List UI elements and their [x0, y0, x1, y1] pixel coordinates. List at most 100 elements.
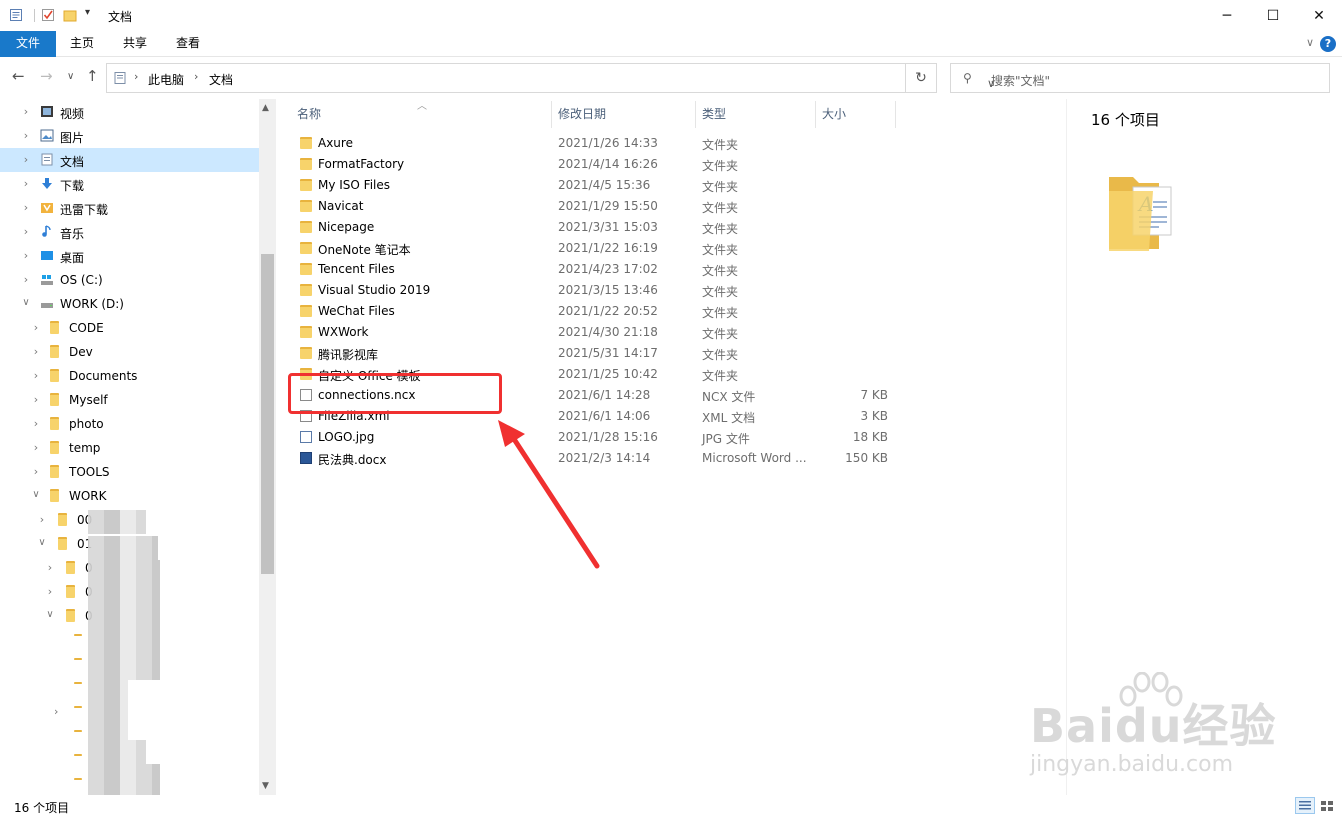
file-row[interactable]: Nicepage 2021/3/31 15:03 文件夹 [294, 217, 894, 238]
folder-icon [50, 417, 59, 430]
file-row[interactable]: WeChat Files 2021/1/22 20:52 文件夹 [294, 301, 894, 322]
nav-item-drive-c[interactable]: › OS (C:) [0, 268, 259, 292]
expand-chevron-icon[interactable]: › [21, 273, 31, 286]
expand-chevron-icon[interactable]: › [21, 225, 31, 238]
nav-item-pictures[interactable]: › 图片 [0, 124, 259, 148]
nav-item-music[interactable]: › 音乐 [0, 220, 259, 244]
column-header-name[interactable]: 名称 [297, 105, 321, 122]
address-bar[interactable]: › 此电脑 › 文档 ∨ [106, 63, 995, 93]
expand-chevron-icon[interactable]: › [45, 561, 55, 574]
file-row[interactable]: 民法典.docx 2021/2/3 14:14 Microsoft Word ...… [294, 448, 894, 469]
expand-chevron-icon[interactable]: › [21, 177, 31, 190]
help-button[interactable]: ? [1320, 36, 1336, 52]
maximize-button[interactable]: ☐ [1250, 0, 1296, 31]
breadcrumb-documents[interactable]: 文档 [209, 71, 233, 88]
nav-item-folder-myself[interactable]: › Myself [0, 388, 259, 412]
nav-item-videos[interactable]: › 视频 [0, 100, 259, 124]
file-name: OneNote 笔记本 [318, 243, 411, 257]
file-row[interactable]: 腾讯影视库 2021/5/31 14:17 文件夹 [294, 343, 894, 364]
check-icon[interactable] [41, 8, 55, 22]
drive-icon [41, 303, 53, 308]
large-icons-view-button[interactable] [1317, 797, 1337, 814]
search-box[interactable]: ⚲ 搜索"文档" [950, 63, 1330, 93]
expand-chevron-icon[interactable]: › [31, 321, 41, 334]
expand-chevron-icon[interactable]: › [21, 153, 31, 166]
column-divider[interactable] [895, 101, 896, 128]
expand-chevron-icon[interactable]: › [31, 393, 41, 406]
details-view-button[interactable] [1295, 797, 1315, 814]
expand-chevron-icon[interactable]: › [31, 465, 41, 478]
collapse-chevron-icon[interactable]: ∨ [21, 297, 31, 308]
quick-access-dropdown-icon[interactable]: ▾ [85, 7, 99, 21]
file-size: 3 KB [860, 409, 888, 423]
scroll-down-icon[interactable]: ▼ [262, 781, 269, 791]
nav-item-thunder-downloads[interactable]: › 迅雷下载 [0, 196, 259, 220]
nav-pane-scrollbar[interactable]: ▲ ▼ [259, 99, 276, 795]
folder-icon [74, 658, 82, 660]
file-date: 2021/1/25 10:42 [558, 367, 658, 381]
tab-home[interactable]: 主页 [58, 31, 106, 57]
file-row[interactable]: FormatFactory 2021/4/14 16:26 文件夹 [294, 154, 894, 175]
nav-item-folder-temp[interactable]: › temp [0, 436, 259, 460]
nav-item-folder-work[interactable]: ∨ WORK [0, 484, 259, 508]
file-row[interactable]: Navicat 2021/1/29 15:50 文件夹 [294, 196, 894, 217]
file-row[interactable]: Visual Studio 2019 2021/3/15 13:46 文件夹 [294, 280, 894, 301]
forward-button[interactable]: → [40, 67, 53, 85]
refresh-button[interactable]: ↻ [906, 63, 937, 93]
up-button[interactable]: ↑ [86, 67, 99, 85]
details-view-icon [1299, 801, 1311, 810]
column-header-size[interactable]: 大小 [822, 105, 846, 122]
collapse-chevron-icon[interactable]: ∨ [45, 609, 55, 620]
column-divider[interactable] [815, 101, 816, 128]
expand-chevron-icon[interactable]: › [21, 249, 31, 262]
tab-view[interactable]: 查看 [164, 31, 212, 57]
column-header-date[interactable]: 修改日期 [558, 105, 606, 122]
nav-item-downloads[interactable]: › 下载 [0, 172, 259, 196]
file-row[interactable]: LOGO.jpg 2021/1/28 15:16 JPG 文件 18 KB [294, 427, 894, 448]
back-button[interactable]: ← [12, 67, 25, 85]
file-type: 文件夹 [702, 243, 739, 257]
collapse-chevron-icon[interactable]: ∨ [37, 537, 47, 548]
scroll-up-icon[interactable]: ▲ [262, 103, 269, 113]
tab-file[interactable]: 文件 [0, 31, 56, 57]
folder-icon [300, 221, 312, 233]
tab-share[interactable]: 共享 [111, 31, 159, 57]
file-row[interactable]: OneNote 笔记本 2021/1/22 16:19 文件夹 [294, 238, 894, 259]
expand-chevron-icon[interactable]: › [45, 585, 55, 598]
file-row[interactable]: My ISO Files 2021/4/5 15:36 文件夹 [294, 175, 894, 196]
expand-ribbon-icon[interactable]: ∨ [1306, 36, 1314, 49]
new-folder-icon[interactable] [63, 8, 77, 22]
column-divider[interactable] [695, 101, 696, 128]
expand-chevron-icon[interactable]: › [31, 441, 41, 454]
expand-chevron-icon[interactable]: › [31, 417, 41, 430]
nav-item-folder-code[interactable]: › CODE [0, 316, 259, 340]
search-input[interactable]: 搜索"文档" [991, 72, 1050, 89]
file-row[interactable]: WXWork 2021/4/30 21:18 文件夹 [294, 322, 894, 343]
recent-locations-icon[interactable]: ∨ [67, 71, 74, 82]
expand-chevron-icon[interactable]: › [37, 513, 47, 526]
column-divider[interactable] [551, 101, 552, 128]
scrollbar-thumb[interactable] [261, 254, 274, 574]
nav-item-drive-d[interactable]: ∨ WORK (D:) [0, 292, 259, 316]
expand-chevron-icon[interactable]: › [54, 705, 58, 718]
minimize-button[interactable]: ─ [1204, 0, 1250, 31]
expand-chevron-icon[interactable]: › [21, 201, 31, 214]
properties-icon[interactable] [9, 8, 23, 22]
expand-chevron-icon[interactable]: › [21, 129, 31, 142]
file-row[interactable]: Tencent Files 2021/4/23 17:02 文件夹 [294, 259, 894, 280]
nav-item-folder-documents[interactable]: › Documents [0, 364, 259, 388]
collapse-chevron-icon[interactable]: ∨ [31, 489, 41, 500]
file-row[interactable]: Axure 2021/1/26 14:33 文件夹 [294, 133, 894, 154]
folder-icon [74, 778, 82, 780]
nav-item-documents[interactable]: › 文档 [0, 148, 259, 172]
nav-item-folder-dev[interactable]: › Dev [0, 340, 259, 364]
breadcrumb-this-pc[interactable]: 此电脑 [148, 71, 184, 88]
expand-chevron-icon[interactable]: › [21, 105, 31, 118]
expand-chevron-icon[interactable]: › [31, 345, 41, 358]
nav-item-folder-tools[interactable]: › TOOLS [0, 460, 259, 484]
column-header-type[interactable]: 类型 [702, 105, 726, 122]
nav-item-desktop[interactable]: › 桌面 [0, 244, 259, 268]
expand-chevron-icon[interactable]: › [31, 369, 41, 382]
close-button[interactable]: ✕ [1296, 0, 1342, 31]
nav-item-folder-photo[interactable]: › photo [0, 412, 259, 436]
